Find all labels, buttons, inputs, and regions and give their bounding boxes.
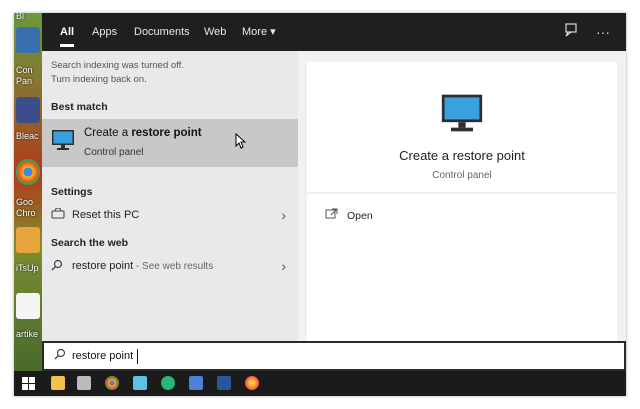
desktop-label: Bl xyxy=(16,13,25,21)
upwork-icon[interactable] xyxy=(161,376,175,390)
results-panel: Search indexing was turned off. Turn ind… xyxy=(42,51,298,341)
chevron-down-icon: ▾ xyxy=(270,26,276,38)
tab-more[interactable]: More ▾ xyxy=(242,13,276,51)
calculator-icon[interactable] xyxy=(77,376,91,390)
tab-web[interactable]: Web xyxy=(204,13,226,51)
text-caret xyxy=(137,349,138,364)
file-explorer-icon[interactable] xyxy=(51,376,65,390)
web-query: restore point xyxy=(72,260,134,272)
paint-icon[interactable] xyxy=(189,376,203,390)
web-heading: Search the web xyxy=(51,237,129,249)
search-icon xyxy=(54,348,66,363)
chevron-right-icon[interactable]: › xyxy=(281,207,286,223)
settings-heading: Settings xyxy=(51,186,93,198)
search-input[interactable]: restore point xyxy=(72,350,133,362)
detail-title: Create a restore point xyxy=(399,148,525,163)
web-result[interactable]: restore point - See web results › xyxy=(42,255,298,279)
desktop-label: Pan xyxy=(16,76,33,86)
firefox-icon[interactable] xyxy=(245,376,259,390)
web-result-label: restore point - See web results xyxy=(72,260,213,272)
tab-documents[interactable]: Documents xyxy=(134,13,190,51)
best-match-title-bold: restore point xyxy=(131,127,202,139)
indexing-link[interactable]: Turn indexing back on. xyxy=(51,74,147,85)
document-desktop-icon[interactable] xyxy=(16,293,40,319)
open-icon xyxy=(325,208,338,222)
chevron-right-icon[interactable]: › xyxy=(281,258,286,274)
tab-apps[interactable]: Apps xyxy=(92,13,117,51)
desktop-label: Chro xyxy=(16,208,36,218)
taskbar xyxy=(14,371,626,396)
search-bar[interactable]: restore point xyxy=(42,341,626,371)
search-filter-bar: All Apps Documents Web More ▾ ··· xyxy=(42,13,626,51)
control-panel-desktop-icon[interactable] xyxy=(16,27,40,53)
search-icon xyxy=(51,259,63,274)
itsup-desktop-icon[interactable] xyxy=(16,227,40,253)
detail-panel: Create a restore point Control panel Ope… xyxy=(298,51,626,341)
web-suffix: - See web results xyxy=(133,261,214,272)
windows-start-icon[interactable] xyxy=(22,377,35,390)
reset-pc-icon xyxy=(51,207,65,223)
tab-all[interactable]: All xyxy=(60,13,75,51)
reset-pc-label: Reset this PC xyxy=(72,209,140,221)
reset-pc-result[interactable]: Reset this PC › xyxy=(42,204,298,228)
desktop-strip: Bl Con Pan Bleac Goo Chro iTsUp artike xyxy=(14,13,42,371)
best-match-heading: Best match xyxy=(51,101,108,113)
screenshot-frame: Bl Con Pan Bleac Goo Chro iTsUp artike A… xyxy=(14,13,626,396)
chrome-desktop-icon[interactable] xyxy=(16,159,40,185)
desktop-label: Con xyxy=(16,65,33,75)
tab-more-label: More xyxy=(242,26,268,38)
mouse-cursor-icon xyxy=(235,133,246,149)
monitor-icon xyxy=(52,130,74,150)
best-match-subtitle: Control panel xyxy=(84,147,144,158)
desktop-label: Bleac xyxy=(16,131,39,141)
word-icon[interactable] xyxy=(217,376,231,390)
monitor-icon xyxy=(441,94,483,132)
best-match-title-prefix: Create a xyxy=(84,127,132,139)
notepad-icon[interactable] xyxy=(133,376,147,390)
more-options-icon[interactable]: ··· xyxy=(594,23,612,41)
best-match-title: Create a restore point xyxy=(84,127,202,139)
detail-card: Create a restore point Control panel xyxy=(307,62,617,192)
detail-actions: Open xyxy=(307,194,617,341)
desktop-label: iTsUp xyxy=(16,263,39,273)
desktop-label: Goo xyxy=(16,197,34,207)
desktop-label: artike xyxy=(16,329,39,339)
indexing-notice: Search indexing was turned off. xyxy=(51,60,184,71)
chrome-icon[interactable] xyxy=(105,376,119,390)
best-match-result[interactable]: Create a restore point Control panel xyxy=(42,119,298,167)
detail-subtitle: Control panel xyxy=(432,170,492,181)
bleachbit-desktop-icon[interactable] xyxy=(16,97,40,123)
open-action[interactable]: Open xyxy=(347,210,373,222)
feedback-icon[interactable] xyxy=(562,23,580,41)
